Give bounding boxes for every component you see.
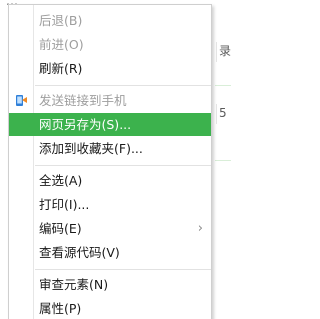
menu-item-label: 发送链接到手机	[39, 93, 127, 108]
menu-item-label: 打印(I)...	[39, 197, 90, 212]
menu-separator	[35, 269, 211, 270]
menu-item-label: 添加到收藏夹(F)...	[39, 141, 143, 156]
menu-item-label: 后退(B)	[39, 13, 83, 28]
background-divider	[215, 160, 231, 161]
menu-item-label: 属性(P)	[39, 301, 82, 316]
menu-item-forward[interactable]: 前进(O)	[9, 33, 211, 56]
menu-item-refresh[interactable]: 刷新(R)	[9, 57, 211, 80]
menu-item-print[interactable]: 打印(I)...	[9, 193, 211, 216]
menu-item-back[interactable]: 后退(B)	[9, 9, 211, 32]
background-divider	[215, 85, 231, 86]
context-menu: 后退(B) 前进(O) 刷新(R) 发送链接到手机 网页另存为(S)... 添加…	[8, 4, 212, 319]
menu-item-label: 刷新(R)	[39, 61, 83, 76]
background-edge-text: 录	[216, 42, 231, 62]
menu-item-view-source[interactable]: 查看源代码(V)	[9, 241, 211, 264]
screen: … 录 5 后退(B) 前进(O) 刷新(R) 发	[0, 0, 231, 319]
menu-item-inspect-element[interactable]: 审查元素(N)	[9, 273, 211, 296]
menu-item-encoding[interactable]: 编码(E) ›	[9, 217, 211, 240]
send-to-phone-icon	[15, 93, 29, 107]
menu-separator	[35, 85, 211, 86]
menu-separator	[35, 165, 211, 166]
background-edge-char: 5	[219, 106, 227, 120]
menu-item-label: 网页另存为(S)...	[39, 117, 132, 132]
menu-item-label: 审查元素(N)	[39, 277, 109, 292]
menu-item-add-to-favorites[interactable]: 添加到收藏夹(F)...	[9, 137, 211, 160]
menu-item-select-all[interactable]: 全选(A)	[9, 169, 211, 192]
chevron-right-icon: ›	[197, 221, 203, 236]
background-edge-text: 5	[216, 104, 231, 124]
menu-item-save-page-as[interactable]: 网页另存为(S)...	[9, 113, 211, 136]
menu-item-properties[interactable]: 属性(P)	[9, 297, 211, 319]
menu-item-send-link-to-phone[interactable]: 发送链接到手机	[9, 89, 211, 112]
background-edge-char: 录	[219, 44, 231, 58]
menu-item-label: 全选(A)	[39, 173, 83, 188]
menu-item-label: 前进(O)	[39, 37, 84, 52]
menu-item-label: 编码(E)	[39, 221, 82, 236]
menu-item-label: 查看源代码(V)	[39, 245, 120, 260]
